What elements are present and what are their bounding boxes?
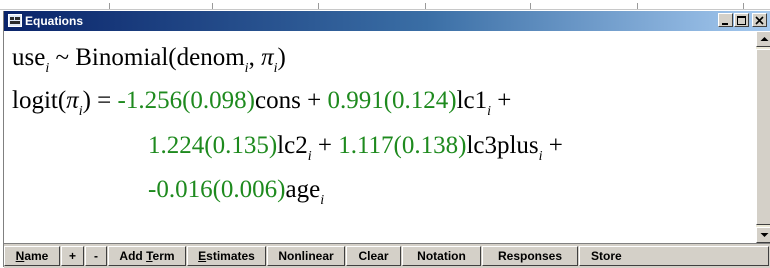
scroll-down-button[interactable] (756, 227, 770, 243)
title-bar[interactable]: Equations (4, 11, 770, 31)
pi-symbol: π (261, 44, 274, 71)
coefficient-lc2[interactable]: 1.224(0.135) (148, 132, 277, 159)
term-cons[interactable]: cons + (255, 87, 327, 114)
plus-sign: + (311, 132, 339, 159)
arrow-down-icon (760, 233, 769, 237)
subscript: i (538, 149, 543, 164)
equation-line-logit: logit(πi) = -1.256(0.098)cons + 0.991(0.… (12, 86, 511, 120)
estimates-button[interactable]: Estimates (187, 246, 266, 266)
distribution-name: Binomial(denom (75, 44, 245, 71)
close-button[interactable] (752, 13, 767, 27)
term-lc2[interactable]: lc2 (277, 132, 308, 159)
minimize-button[interactable] (718, 13, 733, 27)
equals-sign: ) = (82, 87, 118, 114)
background-tick (530, 3, 531, 9)
remove-button[interactable]: - (85, 246, 107, 266)
background-tick (637, 3, 638, 9)
term-lc3plus[interactable]: lc3plus (466, 132, 538, 159)
scroll-up-button[interactable] (756, 31, 770, 47)
background-tick (318, 3, 319, 9)
close-icon (755, 16, 764, 25)
term-lc1[interactable]: lc1 (457, 87, 488, 114)
term-age[interactable]: age (285, 176, 320, 203)
arrow-up-icon (760, 37, 769, 41)
name-button-label-rest: ame (24, 249, 49, 263)
logit-function: logit( (12, 87, 67, 114)
name-button-accel: N (15, 249, 25, 263)
pi-symbol: π (66, 87, 79, 114)
background-axis-line (0, 9, 770, 10)
plus-sign: + (542, 132, 563, 159)
minimize-icon (722, 23, 728, 25)
separator: , (248, 44, 262, 71)
coefficient-lc1[interactable]: 0.991(0.124) (327, 87, 456, 114)
notation-button[interactable]: Notation (402, 246, 481, 266)
plus-sign: + (491, 87, 512, 114)
background-tick (109, 3, 110, 9)
subscript: i (244, 61, 249, 76)
name-button[interactable]: Name (4, 246, 60, 266)
nonlinear-button[interactable]: Nonlinear (267, 246, 345, 266)
maximize-button[interactable] (734, 13, 749, 27)
equation-toolbar: Name + - Add Term Estimates Nonlinear Cl… (4, 243, 770, 268)
background-tick (743, 3, 744, 9)
coefficient-lc3plus[interactable]: 1.117(0.138) (338, 132, 466, 159)
tilde-symbol: ~ (49, 44, 76, 71)
coefficient-age[interactable]: -0.016(0.006) (148, 176, 285, 203)
equation-line-distribution: usei ~ Binomial(denomi, πi) (12, 43, 286, 77)
background-tick (425, 3, 426, 9)
subscript: i (487, 104, 492, 119)
equation-line-continuation-1: 1.224(0.135)lc2i + 1.117(0.138)lc3plusi … (148, 131, 563, 165)
clear-button[interactable]: Clear (346, 246, 401, 266)
estimates-accel: E (198, 249, 207, 263)
subscript: i (78, 104, 83, 119)
vertical-scrollbar[interactable] (756, 31, 770, 243)
subscript: i (307, 149, 312, 164)
coefficient-cons[interactable]: -1.256(0.098) (118, 87, 255, 114)
maximize-icon (737, 16, 746, 25)
add-term-label: Add (119, 249, 147, 263)
scroll-thumb[interactable] (756, 49, 770, 225)
subscript: i (273, 61, 278, 76)
subscript: i (320, 193, 325, 208)
window-title: Equations (25, 14, 84, 28)
background-tick (212, 3, 213, 9)
estimates-label-rest: stimates (206, 249, 255, 263)
equation-display[interactable]: usei ~ Binomial(denomi, πi) logit(πi) = … (4, 31, 754, 243)
response-variable: use (12, 44, 46, 71)
close-paren: ) (277, 44, 286, 71)
responses-button[interactable]: Responses (482, 246, 578, 266)
add-button[interactable]: + (61, 246, 84, 266)
equation-line-continuation-2: -0.016(0.006)agei (148, 175, 324, 209)
equations-window: Equations usei ~ Binomial(denomi, πi) lo… (3, 11, 770, 268)
add-term-button[interactable]: Add Term (108, 246, 186, 266)
store-button[interactable]: Store (579, 246, 769, 266)
background-chart-strip (0, 0, 770, 11)
equations-window-icon (8, 14, 22, 27)
subscript: i (45, 61, 50, 76)
add-term-label-rest: erm (152, 249, 175, 263)
